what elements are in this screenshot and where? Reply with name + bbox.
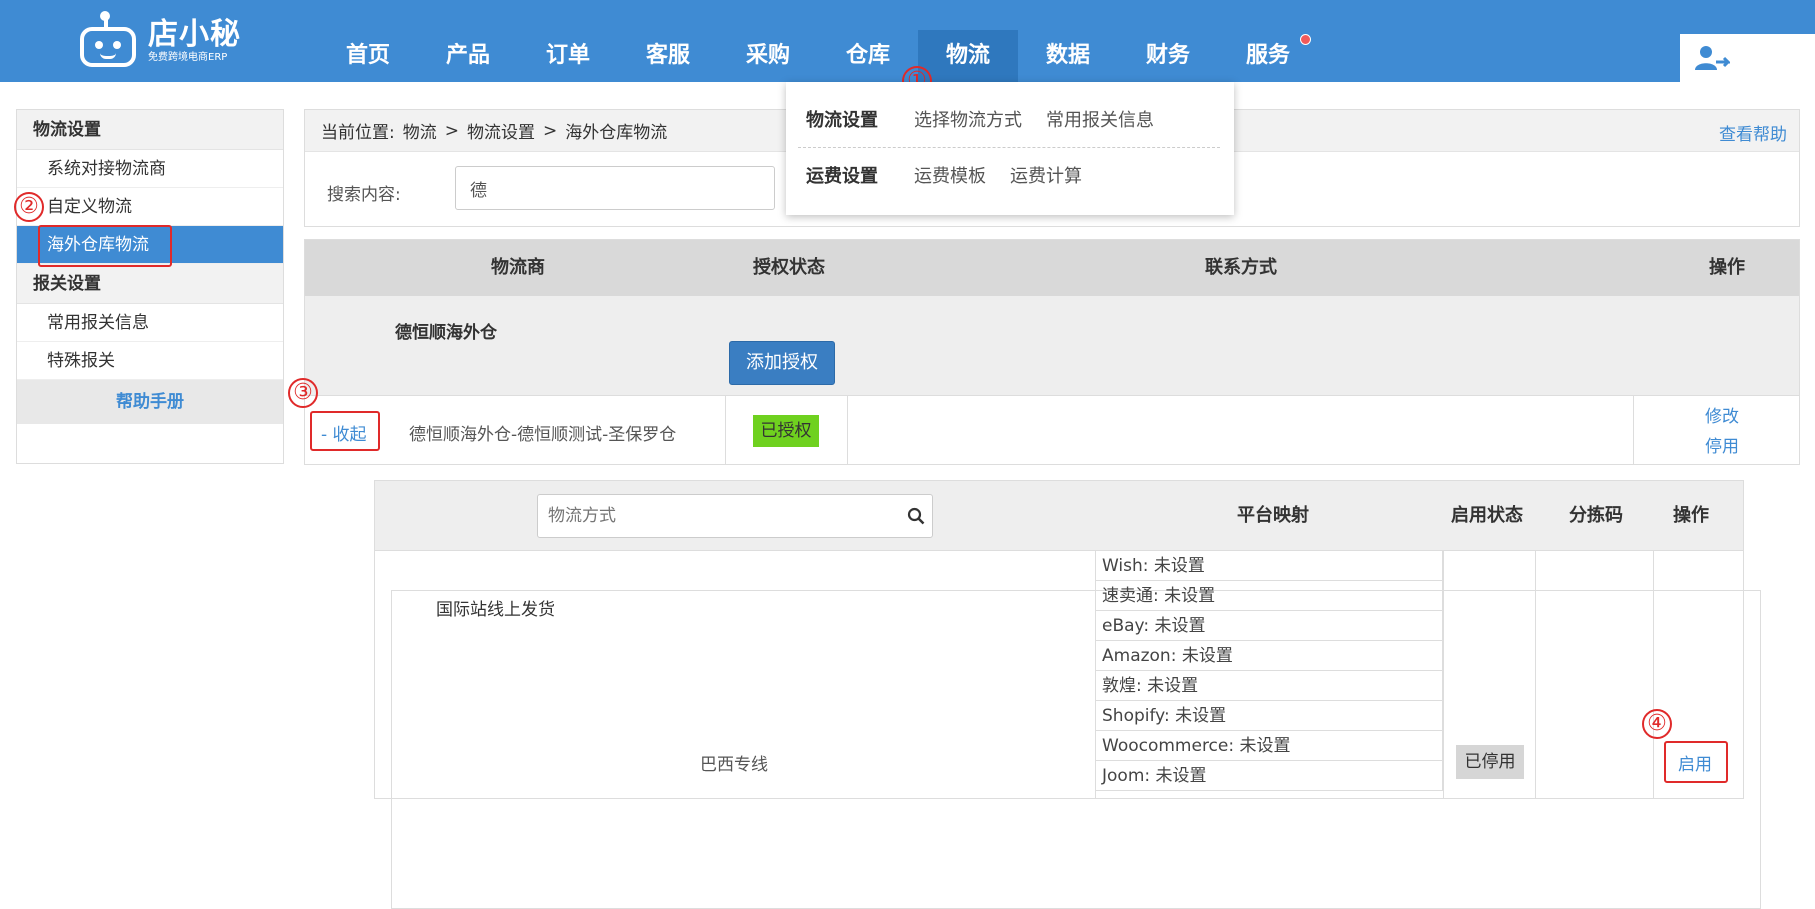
disable-link[interactable]: 停用 [1705,432,1739,457]
mapping-amazon: Amazon: 未设置 [1095,641,1443,671]
breadcrumb-separator: > [444,120,459,141]
shipping-method-table: 平台映射 启用状态 分拣码 操作 Wish: 未设置 速卖通: 未设置 eBay… [374,480,1744,799]
nav-orders[interactable]: 订单 [518,30,618,82]
platform-mapping-list: Wish: 未设置 速卖通: 未设置 eBay: 未设置 Amazon: 未设置… [1095,551,1443,791]
mapping-woocommerce: Woocommerce: 未设置 [1095,731,1443,761]
common-customs-info-link[interactable]: 常用报关信息 [1046,106,1154,132]
user-icon [1695,46,1730,70]
col-platform-mapping: 平台映射 [1237,505,1309,526]
provider-row: 德恒顺海外仓 添加授权 [305,296,1799,396]
mapping-shopify: Shopify: 未设置 [1095,701,1443,731]
sidebar-heading-logistics: 物流设置 [17,110,283,150]
view-help-link[interactable]: 查看帮助 [1719,120,1787,145]
sidebar-item-custom-logistics[interactable]: 自定义物流 [17,188,283,226]
col-sort-code: 分拣码 [1569,505,1623,526]
callout-box-enable [1664,741,1728,783]
callout-number-2: ② [14,192,44,222]
warehouse-name: 德恒顺海外仓-德恒顺测试-圣保罗仓 [409,425,677,445]
add-authorization-button[interactable]: 添加授权 [729,341,835,385]
nav-products[interactable]: 产品 [418,30,518,82]
nav-finance[interactable]: 财务 [1118,30,1218,82]
method-row: Wish: 未设置 速卖通: 未设置 eBay: 未设置 Amazon: 未设置… [375,551,1743,799]
dropdown-heading-freight-settings: 运费设置 [806,166,878,187]
mapping-ebay: eBay: 未设置 [1095,611,1443,641]
search-icon[interactable] [907,507,925,525]
method-name: 巴西专线 [700,755,768,775]
sidebar-heading-customs: 报关设置 [17,264,283,304]
robot-logo-icon [76,11,140,69]
mapping-dhgate: 敦煌: 未设置 [1095,671,1443,701]
breadcrumb-logistics[interactable]: 物流 [403,118,437,143]
main-nav: 首页 产品 订单 客服 采购 仓库 物流 数据 财务 服务 [318,30,1318,82]
breadcrumb-current: 海外仓库物流 [565,123,668,143]
sidebar: 物流设置 系统对接物流商 自定义物流 海外仓库物流 报关设置 常用报关信息 特殊… [16,109,1761,909]
col-auth-status: 授权状态 [753,257,825,278]
breadcrumb-label: 当前位置: [321,123,395,143]
col-method-operations: 操作 [1673,505,1709,526]
nav-home[interactable]: 首页 [318,30,418,82]
col-carrier: 物流商 [491,257,545,278]
sidebar-item-special-customs[interactable]: 特殊报关 [17,342,283,380]
carrier-table: 物流商 授权状态 联系方式 操作 德恒顺海外仓 添加授权 - 收起 德恒顺海外仓… [304,239,1800,465]
logo-subtitle: 免费跨境电商ERP [148,52,228,63]
col-operations: 操作 [1709,257,1745,278]
warehouse-row: - 收起 德恒顺海外仓-德恒顺测试-圣保罗仓 已授权 修改 停用 [305,396,1799,464]
breadcrumb-separator: > [542,120,558,141]
nav-customer-service[interactable]: 客服 [618,30,718,82]
mapping-wish: Wish: 未设置 [1095,551,1443,581]
disabled-status-badge: 已停用 [1456,745,1524,779]
provider-name: 德恒顺海外仓 [395,323,497,343]
sidebar-item-common-customs[interactable]: 常用报关信息 [17,304,283,342]
authorized-badge: 已授权 [753,415,819,447]
sidebar-item-integrated-carriers[interactable]: 系统对接物流商 [17,150,283,188]
edit-link[interactable]: 修改 [1705,402,1739,427]
nav-purchase[interactable]: 采购 [718,30,818,82]
user-menu[interactable] [1680,34,1815,82]
table-header: 物流商 授权状态 联系方式 操作 [305,240,1799,296]
notification-dot-icon [1300,34,1311,45]
callout-box-overseas-warehouse [38,225,172,267]
col-contact: 联系方式 [1205,257,1277,278]
logo[interactable]: 店小秘 免费跨境电商ERP [76,11,241,70]
search-label: 搜索内容: [327,185,401,205]
mapping-joom: Joom: 未设置 [1095,761,1443,791]
logo-name: 店小秘 [148,17,241,52]
callout-number-4: ④ [1642,709,1672,739]
col-enable-status: 启用状态 [1451,505,1523,526]
method-search-input[interactable] [537,494,933,538]
freight-template-link[interactable]: 运费模板 [914,162,986,188]
nav-logistics[interactable]: 物流 [918,30,1018,82]
mapping-aliexpress: 速卖通: 未设置 [1095,581,1443,611]
logistics-dropdown: 物流设置 选择物流方式 常用报关信息 运费设置 运费模板 运费计算 [786,82,1234,215]
dropdown-heading-logistics-settings: 物流设置 [806,110,878,131]
breadcrumb-logistics-settings[interactable]: 物流设置 [467,118,535,143]
select-logistics-method-link[interactable]: 选择物流方式 [914,106,1022,132]
help-manual-link[interactable]: 帮助手册 [17,380,283,424]
method-table-header: 平台映射 启用状态 分拣码 操作 [375,481,1743,551]
search-input[interactable] [455,166,775,210]
freight-calculator-link[interactable]: 运费计算 [1010,162,1082,188]
callout-number-3: ③ [288,378,318,408]
nav-data[interactable]: 数据 [1018,30,1118,82]
callout-box-collapse [310,411,380,451]
